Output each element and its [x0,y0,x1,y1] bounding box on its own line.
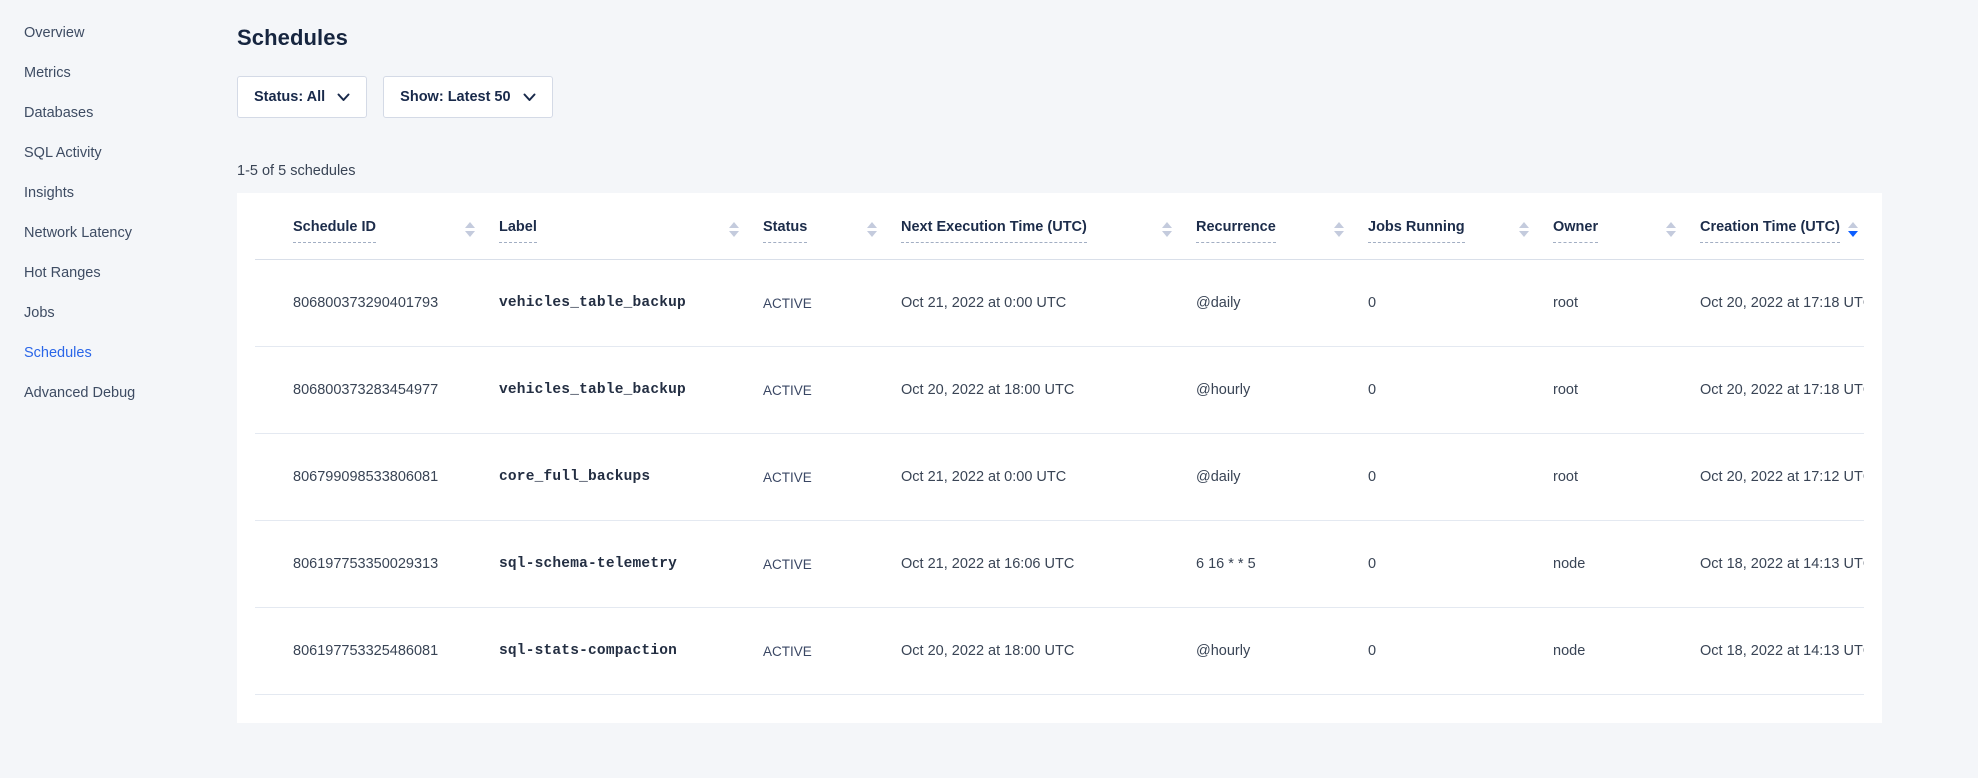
creation-time-cell: Oct 20, 2022 at 17:12 UTC [1700,434,1864,521]
column-header-recurrence: Recurrence [1196,193,1368,260]
creation-time-cell: Oct 20, 2022 at 17:18 UTC [1700,347,1864,434]
sidebar-item-insights[interactable]: Insights [0,174,224,214]
creation-time-cell: Oct 20, 2022 at 17:18 UTC [1700,260,1864,347]
owner-cell: node [1553,521,1700,608]
column-header-label[interactable]: Jobs Running [1368,219,1465,243]
schedule-id-cell: 806197753325486081 [255,608,499,695]
schedules-table: Schedule ID Label Status Next Execution … [255,193,1864,695]
owner-cell: node [1553,608,1700,695]
column-header-next-execution: Next Execution Time (UTC) [901,193,1196,260]
column-header-label[interactable]: Creation Time (UTC) [1700,219,1840,243]
label-cell: vehicles_table_backup [499,347,763,434]
sort-arrows-icon[interactable] [465,222,475,237]
recurrence-cell: @hourly [1196,608,1368,695]
sort-arrows-icon[interactable] [1334,222,1344,237]
status-cell: ACTIVE [763,521,901,608]
sort-arrows-icon[interactable] [1848,222,1858,237]
table-header-row: Schedule ID Label Status Next Execution … [255,193,1864,260]
recurrence-cell: @daily [1196,260,1368,347]
column-header-status: Status [763,193,901,260]
next-execution-cell: Oct 21, 2022 at 0:00 UTC [901,260,1196,347]
column-header-label[interactable]: Next Execution Time (UTC) [901,219,1087,243]
schedule-id-cell: 806800373283454977 [255,347,499,434]
column-header-owner: Owner [1553,193,1700,260]
show-filter-label: Show: Latest 50 [400,89,510,105]
status-filter-label: Status: All [254,89,325,105]
column-header-schedule-id: Schedule ID [255,193,499,260]
jobs-running-cell: 0 [1368,434,1553,521]
sidebar-item-databases[interactable]: Databases [0,94,224,134]
jobs-running-cell: 0 [1368,347,1553,434]
status-cell: ACTIVE [763,347,901,434]
column-header-label[interactable]: Owner [1553,219,1598,243]
recurrence-cell: 6 16 * * 5 [1196,521,1368,608]
table-row[interactable]: 806197753350029313 sql-schema-telemetry … [255,521,1864,608]
label-cell: core_full_backups [499,434,763,521]
sort-arrows-icon[interactable] [1519,222,1529,237]
sidebar-nav: OverviewMetricsDatabasesSQL ActivityInsi… [0,0,224,778]
schedules-table-panel: Schedule ID Label Status Next Execution … [237,193,1882,723]
sidebar-item-sql-activity[interactable]: SQL Activity [0,134,224,174]
column-header-creation-time: Creation Time (UTC) [1700,193,1864,260]
sidebar-item-advanced-debug[interactable]: Advanced Debug [0,374,224,414]
jobs-running-cell: 0 [1368,608,1553,695]
sort-arrows-icon[interactable] [1162,222,1172,237]
app-root: OverviewMetricsDatabasesSQL ActivityInsi… [0,0,1978,778]
next-execution-cell: Oct 20, 2022 at 18:00 UTC [901,347,1196,434]
table-row[interactable]: 806799098533806081 core_full_backups ACT… [255,434,1864,521]
status-cell: ACTIVE [763,608,901,695]
column-header-label[interactable]: Label [499,219,537,243]
recurrence-cell: @hourly [1196,347,1368,434]
status-cell: ACTIVE [763,434,901,521]
column-header-jobs-running: Jobs Running [1368,193,1553,260]
label-cell: sql-schema-telemetry [499,521,763,608]
sort-arrows-icon[interactable] [1666,222,1676,237]
next-execution-cell: Oct 21, 2022 at 0:00 UTC [901,434,1196,521]
filter-bar: Status: All Show: Latest 50 [237,76,1882,118]
table-row[interactable]: 806197753325486081 sql-stats-compaction … [255,608,1864,695]
jobs-running-cell: 0 [1368,521,1553,608]
column-header-label[interactable]: Schedule ID [293,219,376,243]
table-row[interactable]: 806800373290401793 vehicles_table_backup… [255,260,1864,347]
schedule-id-cell: 806197753350029313 [255,521,499,608]
page-title: Schedules [237,25,1882,51]
main-content: Schedules Status: All Show: Latest 50 1-… [224,0,1978,778]
sidebar-item-jobs[interactable]: Jobs [0,294,224,334]
label-cell: vehicles_table_backup [499,260,763,347]
sidebar-item-network-latency[interactable]: Network Latency [0,214,224,254]
chevron-down-icon [523,90,536,106]
sidebar-item-metrics[interactable]: Metrics [0,54,224,94]
sort-arrows-icon[interactable] [867,222,877,237]
sort-arrows-icon[interactable] [729,222,739,237]
creation-time-cell: Oct 18, 2022 at 14:13 UTC [1700,608,1864,695]
next-execution-cell: Oct 21, 2022 at 16:06 UTC [901,521,1196,608]
results-count: 1-5 of 5 schedules [237,162,1882,181]
schedule-id-cell: 806799098533806081 [255,434,499,521]
chevron-down-icon [337,90,350,106]
column-header-label[interactable]: Status [763,219,807,243]
recurrence-cell: @daily [1196,434,1368,521]
status-filter-dropdown[interactable]: Status: All [237,76,367,118]
table-row[interactable]: 806800373283454977 vehicles_table_backup… [255,347,1864,434]
next-execution-cell: Oct 20, 2022 at 18:00 UTC [901,608,1196,695]
jobs-running-cell: 0 [1368,260,1553,347]
owner-cell: root [1553,260,1700,347]
owner-cell: root [1553,434,1700,521]
sidebar-item-overview[interactable]: Overview [0,14,224,54]
schedule-id-cell: 806800373290401793 [255,260,499,347]
creation-time-cell: Oct 18, 2022 at 14:13 UTC [1700,521,1864,608]
status-cell: ACTIVE [763,260,901,347]
show-filter-dropdown[interactable]: Show: Latest 50 [383,76,552,118]
sidebar-item-schedules[interactable]: Schedules [0,334,224,374]
owner-cell: root [1553,347,1700,434]
sidebar-item-hot-ranges[interactable]: Hot Ranges [0,254,224,294]
column-header-label: Label [499,193,763,260]
label-cell: sql-stats-compaction [499,608,763,695]
column-header-label[interactable]: Recurrence [1196,219,1276,243]
